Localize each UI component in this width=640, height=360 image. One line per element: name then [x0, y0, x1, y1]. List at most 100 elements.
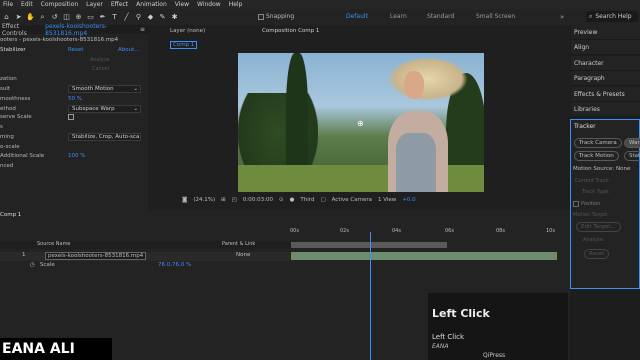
menu-view[interactable]: View	[175, 1, 189, 8]
row-framing: ming	[0, 134, 14, 140]
playhead[interactable]	[370, 232, 371, 360]
parent-dropdown[interactable]: None	[236, 252, 250, 258]
tracker-title: Tracker	[574, 123, 596, 130]
row-preserve-scale: serve Scale	[0, 114, 32, 120]
effect-controls-file: pexels-kooIshooters-8531816.mp4	[45, 22, 107, 37]
zoom-tool-icon[interactable]: ⌕	[37, 12, 48, 23]
anchor-point-icon[interactable]: ⊕	[357, 119, 364, 128]
snapshot-icon[interactable]: ◙	[182, 197, 187, 203]
framing-dropdown[interactable]: Stabilize, Crop, Auto-sca	[68, 133, 141, 141]
comp-breadcrumb[interactable]: Comp 1	[170, 41, 198, 49]
panel-paragraph[interactable]: Paragraph	[571, 71, 640, 86]
timeline-tab[interactable]: Comp 1	[0, 212, 21, 218]
track-motion-button[interactable]: Track Motion	[574, 151, 619, 161]
motion-source-value[interactable]: None	[616, 166, 630, 172]
camera-snapshot-icon[interactable]: ⊙	[279, 197, 284, 203]
timeline-ruler[interactable]: 00s 02s 04s 06s 08s 10s	[290, 228, 565, 242]
type-tool-icon[interactable]: T	[109, 12, 120, 23]
panel-preview[interactable]: Preview	[571, 25, 640, 40]
additional-scale-value[interactable]: 100 %	[68, 153, 85, 159]
menu-help[interactable]: Help	[229, 1, 243, 8]
stopwatch-icon[interactable]: ◷	[30, 262, 35, 268]
scale-value[interactable]: 76.0,76.0 %	[158, 262, 191, 268]
region-icon[interactable]: ▢	[320, 197, 325, 203]
selection-tool-icon[interactable]: ➤	[13, 12, 24, 23]
menu-animation[interactable]: Animation	[136, 1, 167, 8]
caption-text: EANA ALI	[2, 341, 75, 357]
tick-06s: 06s	[445, 228, 454, 234]
panel-align[interactable]: Align	[571, 40, 640, 55]
menu-file[interactable]: File	[3, 1, 13, 8]
work-area-bar[interactable]	[291, 242, 447, 248]
result-value: Smooth Motion	[72, 86, 114, 92]
preserve-scale-checkbox[interactable]	[68, 114, 74, 120]
row-auto-scale: o-scale	[0, 144, 20, 150]
edit-target-button[interactable]: Edit Target...	[576, 222, 621, 232]
workspace-menu-icon[interactable]: »	[560, 13, 564, 21]
clone-stamp-tool-icon[interactable]: ⚲	[133, 12, 144, 23]
panel-effects-presets[interactable]: Effects & Presets	[571, 87, 640, 102]
layer-tab[interactable]: Layer (none)	[170, 28, 205, 34]
track-camera-button[interactable]: Track Camera	[574, 138, 622, 148]
brush-tool-icon[interactable]: ╱	[121, 12, 132, 23]
pen-tool-icon[interactable]: ✒	[97, 12, 108, 23]
camera-dropdown[interactable]: Active Camera	[332, 197, 372, 203]
workspace-standard[interactable]: Standard	[427, 13, 454, 20]
result-dropdown[interactable]: Smooth Motion ⌄	[68, 85, 141, 93]
exposure-value[interactable]: +0.0	[402, 197, 415, 203]
layer-duration-bar[interactable]	[291, 252, 557, 260]
tracker-reset-button[interactable]: Reset	[584, 249, 610, 259]
workspace-learn[interactable]: Learn	[390, 13, 407, 20]
position-checkbox[interactable]	[573, 201, 579, 207]
composition-tab[interactable]: Composition Comp 1	[262, 28, 319, 34]
views-dropdown[interactable]: 1 View	[378, 197, 396, 203]
puppet-tool-icon[interactable]: ✱	[169, 12, 180, 23]
layer-row[interactable]: 1 pexels-koolshooters-8531816.mp4 None	[0, 252, 290, 261]
panel-character[interactable]: Character	[571, 56, 640, 71]
tick-00s: 00s	[290, 228, 299, 234]
effect-stabilizer-name: Stabilizer	[0, 47, 26, 53]
roto-brush-tool-icon[interactable]: ✎	[157, 12, 168, 23]
time-display[interactable]: 0:00:03:00	[243, 197, 273, 203]
menu-window[interactable]: Window	[197, 1, 221, 8]
color-channel-icon[interactable]: ●	[290, 197, 295, 203]
snapping-checkbox[interactable]	[258, 14, 264, 20]
menu-edit[interactable]: Edit	[21, 1, 33, 8]
hand-tool-icon[interactable]: ✋	[25, 12, 36, 23]
menu-composition[interactable]: Composition	[41, 1, 78, 8]
method-dropdown[interactable]: Subspace Warp ⌄	[68, 105, 141, 113]
zoom-value[interactable]: (24.1%)	[193, 197, 215, 203]
tick-08s: 08s	[496, 228, 505, 234]
cancel-button[interactable]: Cancel	[92, 66, 109, 72]
reset-link[interactable]: Reset	[68, 47, 83, 53]
menu-layer[interactable]: Layer	[86, 1, 103, 8]
home-icon[interactable]: ⌂	[1, 12, 12, 23]
search-help-field[interactable]: ⌕ Search Help	[586, 11, 638, 22]
grid-icon[interactable]: ⊞	[221, 197, 226, 203]
warp-stabilizer-button[interactable]: Warp	[624, 138, 640, 148]
rectangle-tool-icon[interactable]: ▭	[85, 12, 96, 23]
position-label: Position	[581, 201, 601, 207]
overlay-footer: QiPress	[483, 352, 506, 359]
scale-row: ◷ Scale 76.0,76.0 %	[0, 262, 290, 271]
eraser-tool-icon[interactable]: ◆	[145, 12, 156, 23]
row-smoothness: moothness	[0, 96, 31, 102]
menu-effect[interactable]: Effect	[111, 1, 128, 8]
about-link[interactable]: About...	[118, 47, 140, 53]
resolution-dropdown[interactable]: Third	[300, 197, 314, 203]
panel-menu-icon[interactable]: ≡	[140, 26, 145, 33]
layer-name[interactable]: pexels-koolshooters-8531816.mp4	[45, 252, 147, 260]
smoothness-value[interactable]: 50 %	[68, 96, 82, 102]
rotate-tool-icon[interactable]: ↺	[49, 12, 60, 23]
workspace-default[interactable]: Default	[346, 13, 368, 20]
row-method: ethod	[0, 106, 16, 112]
workspace-small-screen[interactable]: Small Screen	[476, 13, 515, 20]
analyze-button[interactable]: Analyze	[90, 57, 110, 63]
tick-04s: 04s	[392, 228, 401, 234]
camera-tool-icon[interactable]: ◫	[61, 12, 72, 23]
panel-libraries[interactable]: Libraries	[571, 102, 640, 117]
mask-icon[interactable]: ◰	[232, 197, 237, 203]
effect-controls-tab[interactable]: Effect Controls pexels-kooIshooters-8531…	[0, 22, 148, 37]
pan-behind-tool-icon[interactable]: ⊕	[73, 12, 84, 23]
stabilize-motion-button[interactable]: Stabi	[624, 151, 640, 161]
